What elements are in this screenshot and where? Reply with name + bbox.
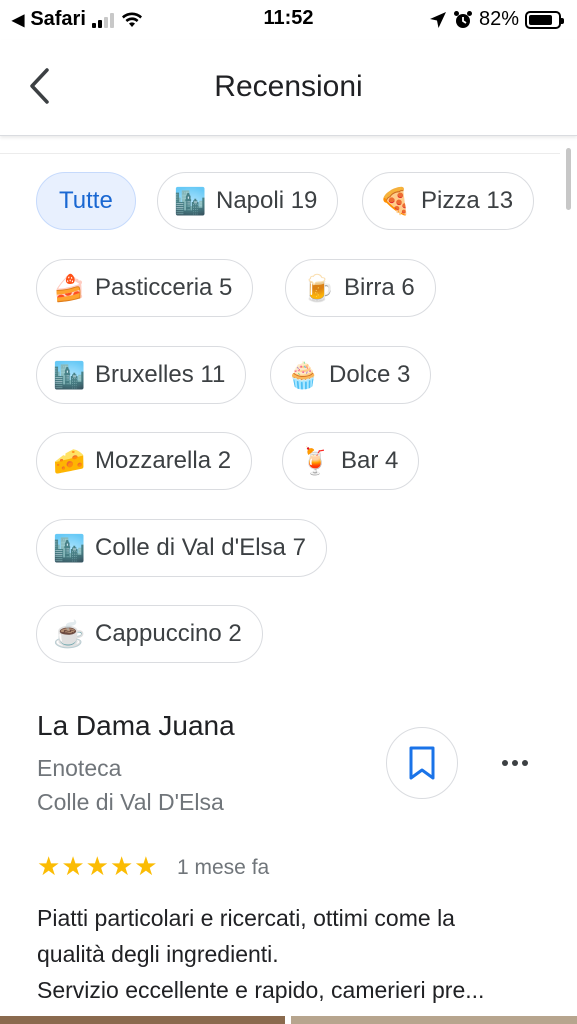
filter-chip-napoli[interactable]: 🏙️ Napoli 19 <box>157 172 339 230</box>
chip-label: Cappuccino 2 <box>95 620 242 647</box>
city-icon: 🏙️ <box>53 533 86 563</box>
app-header: Recensioni <box>0 40 577 136</box>
photo-strip[interactable] <box>0 1016 577 1024</box>
bookmark-icon <box>409 746 435 780</box>
review-text-line: Servizio eccellente e rapido, camerieri … <box>37 977 485 1003</box>
dot <box>512 760 518 766</box>
cupcake-icon: 🧁 <box>287 360 320 390</box>
review-text-line: qualità degli ingredienti. <box>37 941 279 967</box>
beer-icon: 🍺 <box>302 273 335 303</box>
filter-chip-bruxelles[interactable]: 🏙️ Bruxelles 11 <box>36 346 247 404</box>
battery-percent: 82% <box>478 8 519 30</box>
status-bar: ◀ Safari 11:52 82% <box>0 0 577 38</box>
location-arrow-icon <box>429 11 446 28</box>
city-icon: 🏙️ <box>53 360 86 390</box>
chip-label: Colle di Val d'Elsa 7 <box>95 534 306 561</box>
chip-label: Napoli 19 <box>216 187 318 214</box>
star-icon: ★ <box>37 851 61 881</box>
chip-label: Birra 6 <box>344 274 415 301</box>
battery-icon <box>525 10 564 29</box>
filter-chip-dolce[interactable]: 🧁 Dolce 3 <box>270 346 432 404</box>
place-name[interactable]: La Dama Juana <box>37 710 235 742</box>
filter-chip-tutte[interactable]: Tutte <box>36 172 136 230</box>
review-date: 1 mese fa <box>177 856 270 879</box>
review-photo[interactable] <box>0 1016 285 1024</box>
star-icon: ★ <box>61 851 85 881</box>
cocktail-icon: 🍹 <box>299 446 332 476</box>
scrollbar[interactable] <box>566 148 571 210</box>
chip-label: Pizza 13 <box>421 187 514 214</box>
filter-chip-cappuccino[interactable]: ☕ Cappuccino 2 <box>36 605 263 663</box>
pizza-icon: 🍕 <box>379 186 412 216</box>
chip-label: Bruxelles 11 <box>95 361 226 388</box>
more-options-button[interactable] <box>496 748 534 778</box>
review-text[interactable]: Piatti particolari e ricercati, ottimi c… <box>37 900 547 1008</box>
filter-chip-pasticceria[interactable]: 🍰 Pasticceria 5 <box>36 259 254 317</box>
save-button[interactable] <box>386 727 458 799</box>
dot <box>502 760 508 766</box>
chip-label: Mozzarella 2 <box>95 447 232 474</box>
review-text-line: Piatti particolari e ricercati, ottimi c… <box>37 905 455 931</box>
filter-chip-colle-di-val-d-elsa[interactable]: 🏙️ Colle di Val d'Elsa 7 <box>36 519 327 577</box>
star-icon: ★ <box>134 851 158 881</box>
dot <box>522 760 528 766</box>
page-title: Recensioni <box>214 70 363 103</box>
cheese-icon: 🧀 <box>53 446 86 476</box>
divider <box>0 153 560 154</box>
city-icon: 🏙️ <box>174 186 207 216</box>
alarm-icon <box>453 10 472 28</box>
status-right: 82% <box>429 8 564 31</box>
chip-label: Tutte <box>59 187 113 214</box>
filter-chip-birra[interactable]: 🍺 Birra 6 <box>285 259 436 317</box>
coffee-icon: ☕ <box>53 619 86 649</box>
star-rating: ★ ★ ★ ★ ★ <box>37 853 158 879</box>
filter-chip-mozzarella[interactable]: 🧀 Mozzarella 2 <box>36 432 253 490</box>
filter-chip-pizza[interactable]: 🍕 Pizza 13 <box>362 172 535 230</box>
review-photo[interactable] <box>291 1016 577 1024</box>
cake-icon: 🍰 <box>53 273 86 303</box>
chip-label: Pasticceria 5 <box>95 274 233 301</box>
chip-label: Dolce 3 <box>329 361 411 388</box>
place-category: Enoteca <box>37 755 122 781</box>
star-icon: ★ <box>109 851 134 881</box>
chip-label: Bar 4 <box>341 447 399 474</box>
star-icon: ★ <box>85 851 109 881</box>
filter-chip-bar[interactable]: 🍹 Bar 4 <box>282 432 420 490</box>
place-city: Colle di Val D'Elsa <box>37 789 224 815</box>
